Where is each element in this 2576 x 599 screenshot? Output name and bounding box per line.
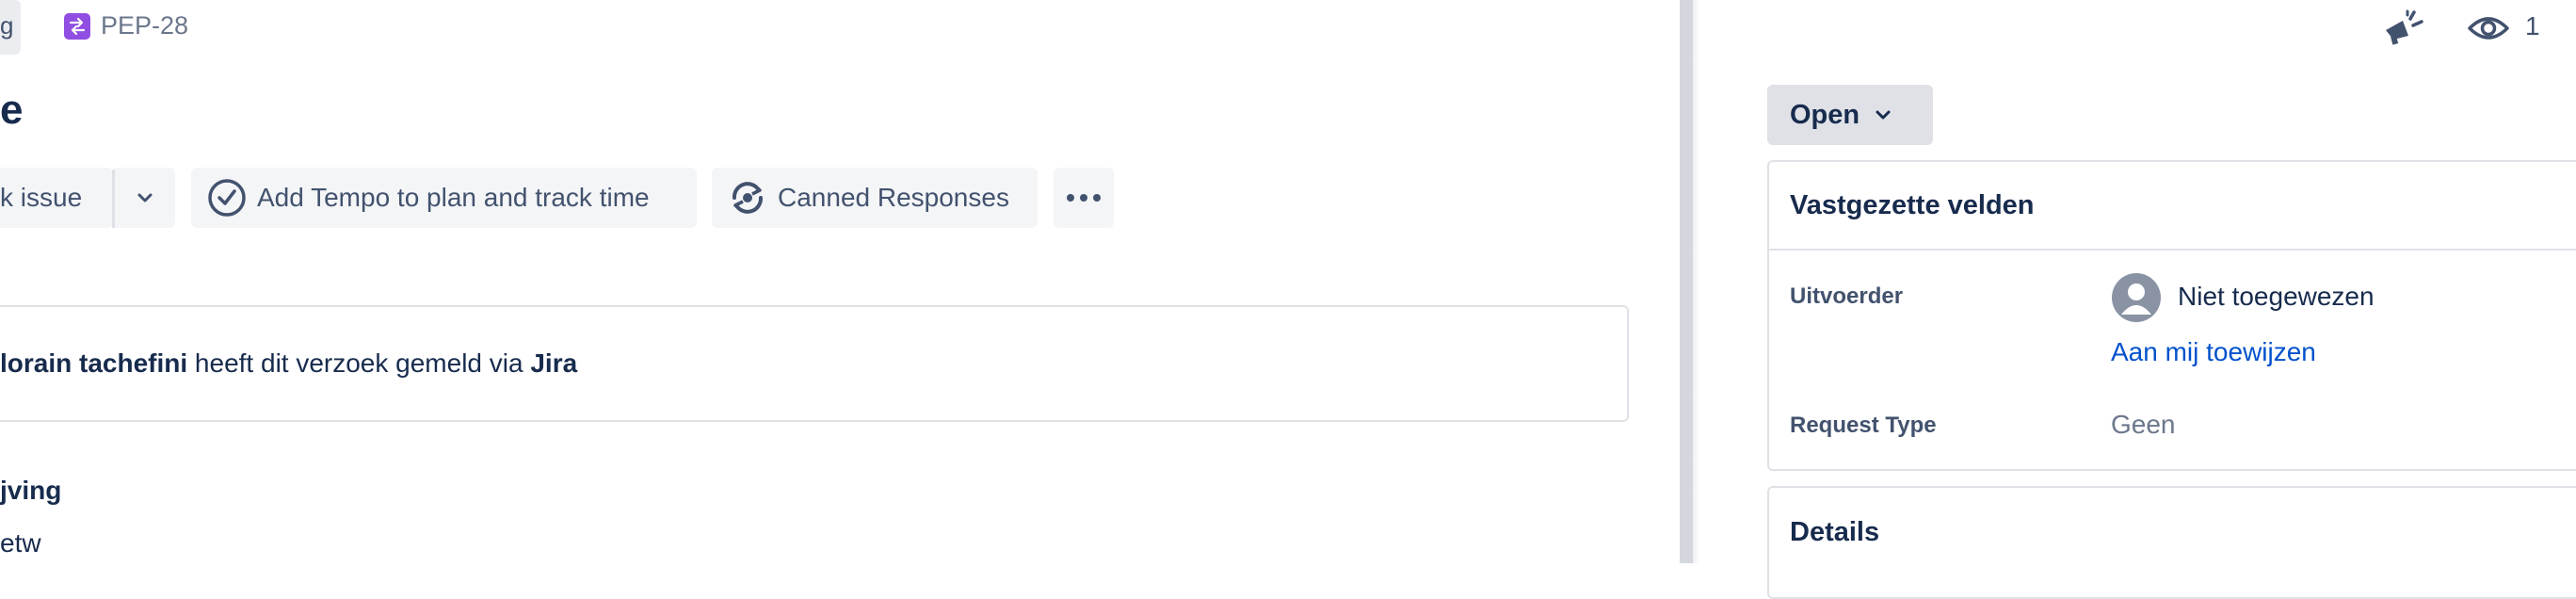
more-horizontal-icon xyxy=(1067,194,1101,202)
assignee-label: Uitvoerder xyxy=(1790,283,1904,309)
reporter-middle-text: heeft dit verzoek gemeld via xyxy=(187,348,531,378)
breadcrumb-chip-label: g xyxy=(0,11,14,40)
canned-responses-label: Canned Responses xyxy=(778,183,1009,212)
issue-title[interactable]: e xyxy=(0,87,23,134)
reporter-name[interactable]: lorain tachefini xyxy=(0,348,187,378)
assignee-value[interactable]: Niet toegewezen xyxy=(2178,282,2375,312)
link-issue-label: k issue xyxy=(0,183,83,212)
reporter-text: lorain tachefini heeft dit verzoek gemel… xyxy=(0,348,577,379)
pinned-fields-title[interactable]: Vastgezette velden xyxy=(1790,190,2035,221)
refresh-chat-icon xyxy=(733,182,763,214)
issue-key-link[interactable]: PEP-28 xyxy=(101,11,188,40)
canned-responses-button[interactable]: Canned Responses xyxy=(712,168,1038,228)
description-heading: jving xyxy=(0,476,62,505)
default-user-avatar-icon[interactable] xyxy=(2112,273,2161,322)
chevron-down-icon xyxy=(1876,110,1891,120)
watch-count[interactable]: 1 xyxy=(2525,11,2540,41)
reporter-channel: Jira xyxy=(530,348,578,378)
details-title[interactable]: Details xyxy=(1790,517,1879,548)
request-type-value[interactable]: Geen xyxy=(2111,410,2176,440)
details-panel xyxy=(1767,486,2576,599)
panel-divider xyxy=(1769,249,2576,251)
link-issue-dropdown-button[interactable] xyxy=(115,168,175,228)
more-actions-button[interactable] xyxy=(1054,168,1114,228)
status-dropdown-button[interactable]: Open xyxy=(1767,85,1933,145)
description-text[interactable]: etw xyxy=(0,528,41,559)
subtask-arrows-icon xyxy=(64,13,90,40)
splitter-shadow xyxy=(1693,0,1700,563)
request-type-label: Request Type xyxy=(1790,413,1937,438)
eye-icon[interactable] xyxy=(2467,13,2510,43)
add-tempo-label: Add Tempo to plan and track time xyxy=(257,183,650,212)
check-circle-icon xyxy=(208,179,246,217)
panel-resize-handle[interactable] xyxy=(1680,0,1693,563)
status-label: Open xyxy=(1790,99,1860,130)
link-issue-button[interactable]: k issue xyxy=(0,168,113,228)
chevron-down-icon xyxy=(137,193,153,202)
megaphone-icon[interactable] xyxy=(2382,9,2425,47)
assign-to-me-link[interactable]: Aan mij toewijzen xyxy=(2111,337,2316,367)
add-tempo-button[interactable]: Add Tempo to plan and track time xyxy=(191,168,697,228)
